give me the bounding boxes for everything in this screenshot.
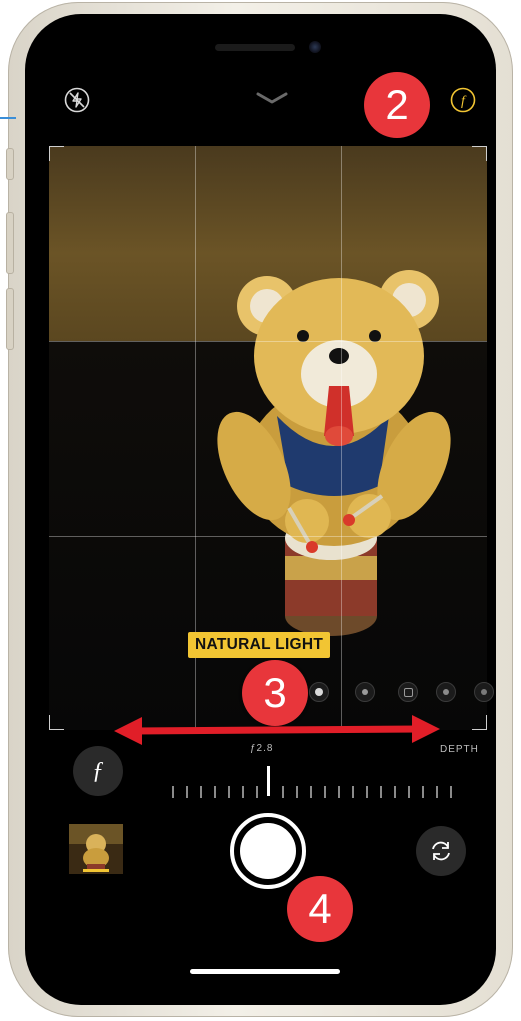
lighting-option-dot[interactable] <box>309 682 329 702</box>
callout-badge-4: 4 <box>287 876 353 942</box>
flash-off-icon[interactable] <box>63 86 91 114</box>
svg-text:f: f <box>461 94 467 109</box>
frame-corner <box>472 146 487 161</box>
thumbnail-image <box>69 824 123 874</box>
callout-number: 3 <box>263 669 287 716</box>
ruler-tick <box>186 786 188 798</box>
frame-corner <box>49 715 64 730</box>
depth-control-button[interactable]: ƒ <box>73 746 123 796</box>
silent-switch <box>6 148 14 180</box>
chevron-down-icon[interactable] <box>255 84 289 112</box>
volume-down-button <box>6 288 14 350</box>
last-photo-thumbnail[interactable] <box>69 824 123 874</box>
ruler-tick <box>228 786 230 798</box>
callout-badge-2: 2 <box>364 72 430 138</box>
callout-number: 2 <box>385 81 409 128</box>
lighting-option-dot[interactable] <box>355 682 375 702</box>
frame-corner <box>472 715 487 730</box>
depth-ruler-indicator <box>267 766 270 796</box>
ruler-tick <box>338 786 340 798</box>
callout-number: 4 <box>308 885 332 932</box>
ruler-tick <box>394 786 396 798</box>
ruler-tick <box>380 786 382 798</box>
ruler-tick <box>214 786 216 798</box>
shutter-button[interactable] <box>230 813 306 889</box>
ruler-tick <box>256 786 258 798</box>
camera-flip-icon <box>432 841 450 861</box>
ruler-tick <box>366 786 368 798</box>
frame-corner <box>49 146 64 161</box>
earpiece-speaker <box>215 44 295 51</box>
ruler-tick <box>352 786 354 798</box>
edge-marker <box>0 117 16 119</box>
f-depth-icon: ƒ <box>92 757 104 784</box>
lighting-mode-label: NATURAL LIGHT <box>188 632 331 658</box>
depth-label: DEPTH <box>440 744 479 755</box>
volume-up-button <box>6 212 14 274</box>
ruler-tick <box>172 786 174 798</box>
ruler-tick <box>408 786 410 798</box>
aperture-value-label: ƒ2.8 <box>250 743 274 754</box>
ruler-tick <box>436 786 438 798</box>
double-arrow-annotation <box>114 715 440 745</box>
ruler-tick <box>242 786 244 798</box>
ruler-tick <box>282 786 284 798</box>
ruler-tick <box>296 786 298 798</box>
grid-line <box>49 341 487 342</box>
ruler-tick <box>422 786 424 798</box>
aperture-icon[interactable]: f <box>449 86 477 114</box>
lighting-option-dot[interactable] <box>398 682 418 702</box>
ruler-tick <box>450 786 452 798</box>
notch <box>145 14 375 62</box>
grid-line <box>49 536 487 537</box>
flip-camera-button[interactable] <box>416 826 466 876</box>
front-camera-lens <box>309 41 321 53</box>
ruler-tick <box>324 786 326 798</box>
grid-line <box>341 146 342 730</box>
lighting-option-dot[interactable] <box>474 682 494 702</box>
home-indicator[interactable] <box>190 969 340 974</box>
shutter-button-inner <box>240 823 296 879</box>
lighting-option-dot[interactable] <box>436 682 456 702</box>
ruler-tick <box>200 786 202 798</box>
ruler-tick <box>310 786 312 798</box>
